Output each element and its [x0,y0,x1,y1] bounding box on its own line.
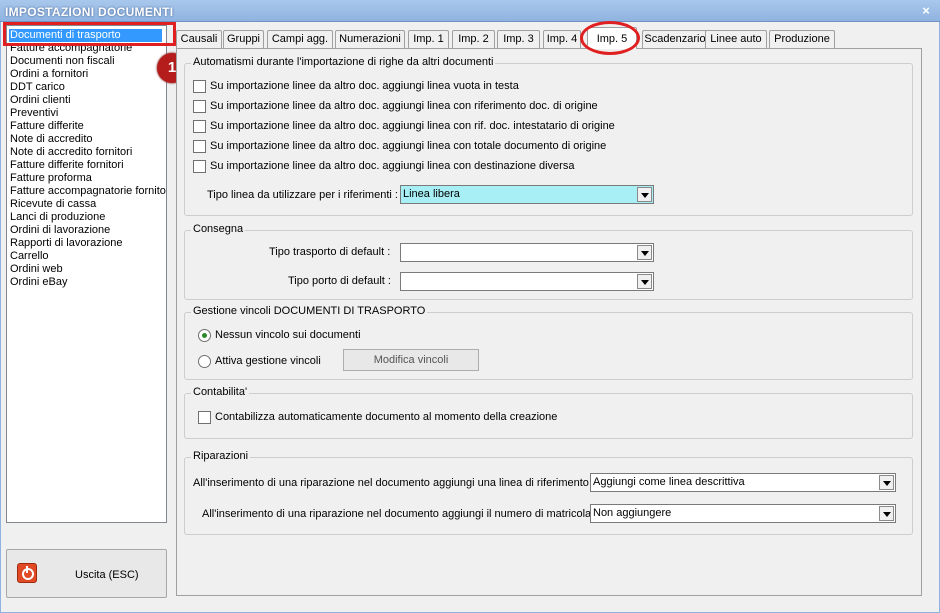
radio-attiva-vincoli-label: Attiva gestione vincoli [215,355,321,367]
document-list-item[interactable]: Fatture differite fornitori [9,159,124,172]
check-contabilizza[interactable]: Contabilizza automaticamente documento a… [198,411,557,425]
modifica-vincoli-button[interactable]: Modifica vincoli [343,349,479,371]
document-list-item[interactable]: Ricevute di cassa [9,198,96,211]
document-list-item[interactable]: Fatture differite [9,120,84,133]
checkbox[interactable] [193,100,206,113]
group-riparazioni-title: Riparazioni [191,450,251,462]
tab-strip: Causali Gruppi Campi agg. Numerazioni Imp. 1… [176,27,936,49]
close-icon[interactable]: × [918,3,934,19]
check-automatismo[interactable]: Su importazione linee da altro doc. aggi… [193,160,574,174]
check-automatismo-label: Su importazione linee da altro doc. aggi… [210,120,615,132]
document-list-item[interactable]: Lanci di produzione [9,211,105,224]
document-list-item[interactable]: Preventivi [9,107,58,120]
check-automatismo-label: Su importazione linee da altro doc. aggi… [210,100,598,112]
group-contabilita-title: Contabilita' [191,386,250,398]
document-list-item[interactable]: Documenti non fiscali [9,55,115,68]
check-automatismo[interactable]: Su importazione linee da altro doc. aggi… [193,140,606,154]
document-list-item[interactable]: DDT carico [9,81,65,94]
checkbox[interactable] [193,120,206,133]
tipo-trasporto-label: Tipo trasporto di default : [269,246,391,258]
check-automatismo[interactable]: Su importazione linee da altro doc. aggi… [193,120,615,134]
group-vincoli: Gestione vincoli DOCUMENTI DI TRASPORTO [184,305,913,380]
check-automatismo[interactable]: Su importazione linee da altro doc. aggi… [193,100,598,114]
document-list-item[interactable]: Ordini clienti [9,94,71,107]
check-automatismo-label: Su importazione linee da altro doc. aggi… [210,80,519,92]
radio-button[interactable] [198,355,211,368]
tab-produzione[interactable]: Produzione [769,30,835,49]
tab-gruppi[interactable]: Gruppi [223,30,264,49]
document-type-list[interactable]: Documenti di trasporto Fatture accompagna… [6,25,167,523]
tipo-linea-select[interactable]: Linea libera [400,185,654,204]
radio-attiva-vincoli[interactable]: Attiva gestione vincoli [198,355,321,369]
riparazione-riga2-label: All'inserimento di una riparazione nel d… [202,508,598,520]
riparazione-riga1-label: All'inserimento di una riparazione nel d… [193,477,596,489]
tab-imp-3[interactable]: Imp. 3 [497,30,540,49]
document-list-item[interactable]: Fatture proforma [9,172,92,185]
tab-causali[interactable]: Causali [176,30,222,49]
tab-scadenzario[interactable]: Scadenzario [642,30,708,49]
annotation-highlight-list [3,22,176,46]
checkbox[interactable] [193,80,206,93]
check-automatismo-label: Su importazione linee da altro doc. aggi… [210,140,607,152]
tipo-linea-value: Linea libera [403,188,460,200]
group-consegna-title: Consegna [191,223,246,235]
window-title: IMPOSTAZIONI DOCUMENTI [5,5,174,19]
check-automatismo[interactable]: Su importazione linee da altro doc. aggi… [193,80,519,94]
riparazione-riga2-select[interactable]: Non aggiungere [590,504,896,523]
tab-imp-1[interactable]: Imp. 1 [408,30,449,49]
tipo-porto-select[interactable] [400,272,654,291]
document-list-item[interactable]: Ordini eBay [9,276,67,289]
power-icon [17,563,37,583]
riparazione-riga1-value: Aggiungi come linea descrittiva [593,476,745,488]
group-vincoli-title: Gestione vincoli DOCUMENTI DI TRASPORTO [191,305,428,317]
chevron-down-icon[interactable] [879,475,894,490]
annotation-circle-tab [580,21,640,55]
radio-button-checked[interactable] [198,329,211,342]
document-list-item[interactable]: Ordini web [9,263,63,276]
document-list-item[interactable]: Ordini di lavorazione [9,224,110,237]
group-automatismi-title: Automatismi durante l'importazione di ri… [191,56,496,68]
exit-button-label: Uscita (ESC) [75,569,139,581]
check-contabilizza-label: Contabilizza automaticamente documento a… [215,411,558,423]
riparazione-riga1-select[interactable]: Aggiungi come linea descrittiva [590,473,896,492]
tab-imp-4[interactable]: Imp. 4 [543,30,581,49]
tipo-linea-label: Tipo linea da utilizzare per i riferimen… [207,189,398,201]
tipo-trasporto-select[interactable] [400,243,654,262]
chevron-down-icon[interactable] [637,245,652,260]
document-list-item[interactable]: Ordini a fornitori [9,68,88,81]
exit-button[interactable]: Uscita (ESC) [6,549,167,598]
document-list-item[interactable]: Note di accredito [9,133,93,146]
document-list-item[interactable]: Carrello [9,250,49,263]
checkbox[interactable] [198,411,211,424]
check-automatismo-label: Su importazione linee da altro doc. aggi… [210,160,575,172]
document-list-item[interactable]: Rapporti di lavorazione [9,237,123,250]
tab-numerazioni[interactable]: Numerazioni [335,30,405,49]
title-bar: IMPOSTAZIONI DOCUMENTI × [0,0,940,22]
document-list-item[interactable]: Fatture accompagnatorie fornito [9,185,166,198]
riparazione-riga2-value: Non aggiungere [593,507,672,519]
chevron-down-icon[interactable] [637,187,652,202]
tab-linee-auto[interactable]: Linee auto [705,30,767,49]
radio-nessun-vincolo[interactable]: Nessun vincolo sui documenti [198,329,361,343]
tab-imp-2[interactable]: Imp. 2 [452,30,495,49]
group-riparazioni: Riparazioni [184,450,913,535]
radio-nessun-vincolo-label: Nessun vincolo sui documenti [215,329,361,341]
checkbox[interactable] [193,140,206,153]
tipo-porto-label: Tipo porto di default : [288,275,391,287]
document-list-item[interactable]: Note di accredito fornitori [9,146,132,159]
chevron-down-icon[interactable] [879,506,894,521]
checkbox[interactable] [193,160,206,173]
tab-campi-agg[interactable]: Campi agg. [267,30,333,49]
chevron-down-icon[interactable] [637,274,652,289]
